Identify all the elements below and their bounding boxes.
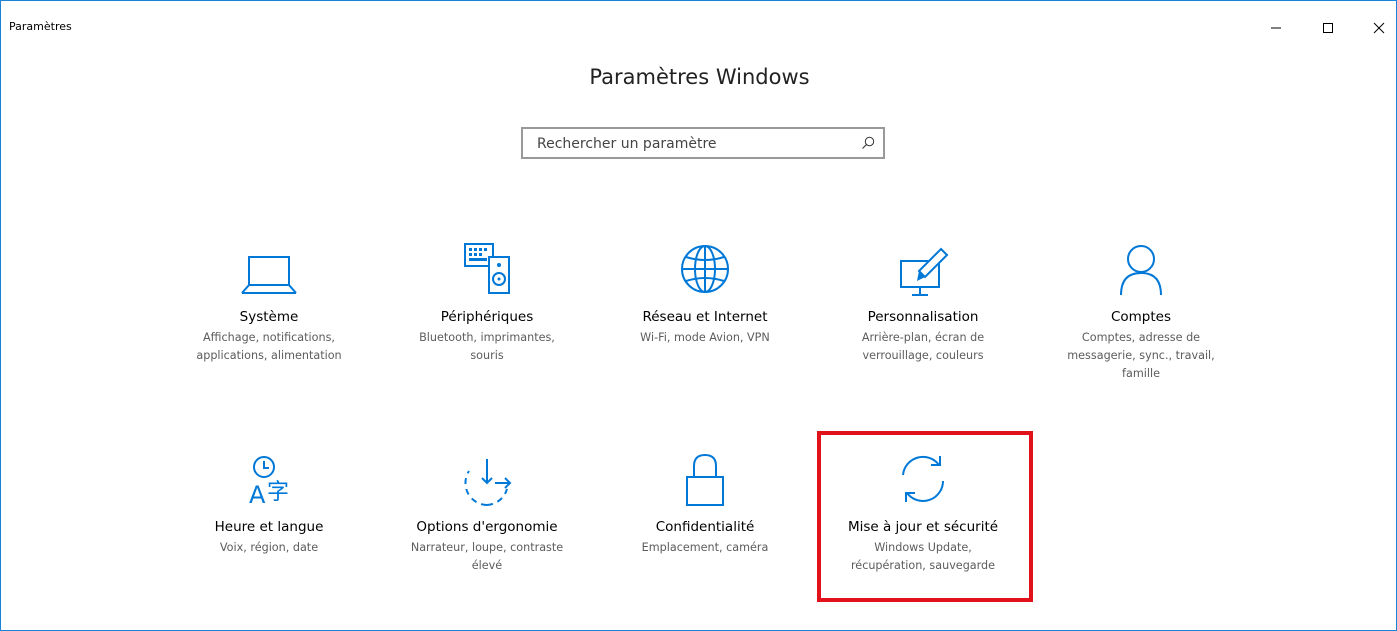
svg-text:字: 字	[267, 480, 289, 505]
page-title: Paramètres Windows	[589, 65, 810, 89]
settings-window: Paramètres Paramètres Windows Systèm	[0, 0, 1397, 631]
tile-name: Personnalisation	[867, 309, 979, 325]
tile-reseau[interactable]: Réseau et Internet Wi-Fi, mode Avion, VP…	[610, 235, 800, 375]
tile-heure-langue[interactable]: A 字 Heure et langue Voix, région, date	[174, 445, 364, 575]
tile-desc: Wi-Fi, mode Avion, VPN	[640, 331, 770, 344]
person-icon	[1111, 239, 1171, 299]
tile-desc: Emplacement, caméra	[641, 541, 769, 554]
search-input[interactable]	[535, 133, 859, 155]
app-title: Paramètres	[9, 20, 72, 33]
tile-desc: Affichage, notifications, applications, …	[196, 331, 342, 362]
highlight-frame	[817, 431, 1033, 602]
tile-name: Heure et langue	[214, 519, 324, 535]
tile-desc: Narrateur, loupe, contraste élevé	[410, 541, 564, 572]
personalization-icon	[893, 241, 953, 301]
close-icon	[1373, 22, 1385, 34]
tile-peripheriques[interactable]: Périphériques Bluetooth, imprimantes, so…	[392, 235, 582, 375]
tile-confidentialite[interactable]: Confidentialité Emplacement, caméra	[610, 445, 800, 575]
time-language-icon: A 字	[239, 449, 299, 509]
tile-name: Comptes	[1110, 309, 1172, 325]
tile-desc: Comptes, adresse de messagerie, sync., t…	[1067, 331, 1215, 380]
tile-personnalisation[interactable]: Personnalisation Arrière-plan, écran de …	[828, 235, 1018, 375]
tile-name: Système	[239, 309, 299, 325]
ease-of-access-icon	[457, 449, 517, 509]
svg-text:A: A	[249, 481, 266, 509]
tile-name: Périphériques	[440, 309, 534, 325]
tile-name: Options d'ergonomie	[416, 519, 558, 535]
tile-systeme[interactable]: Système Affichage, notifications, applic…	[174, 235, 364, 375]
minimize-icon	[1271, 27, 1281, 29]
tile-comptes[interactable]: Comptes Comptes, adresse de messagerie, …	[1046, 235, 1236, 395]
globe-icon	[675, 239, 735, 299]
devices-icon	[457, 239, 517, 299]
maximize-icon	[1323, 23, 1333, 33]
lock-icon	[675, 449, 735, 509]
tile-desc: Bluetooth, imprimantes, souris	[419, 331, 555, 362]
laptop-icon	[239, 243, 299, 303]
tile-desc: Arrière-plan, écran de verrouillage, cou…	[861, 331, 985, 362]
minimize-button[interactable]	[1261, 19, 1291, 37]
close-button[interactable]	[1364, 19, 1394, 37]
tile-name: Réseau et Internet	[642, 309, 768, 325]
maximize-button[interactable]	[1313, 19, 1343, 37]
tile-ergonomie[interactable]: Options d'ergonomie Narrateur, loupe, co…	[392, 445, 582, 575]
search-box[interactable]	[521, 127, 885, 159]
tile-desc: Voix, région, date	[219, 541, 319, 554]
title-bar[interactable]: Paramètres	[1, 1, 1396, 34]
tile-name: Confidentialité	[655, 519, 755, 535]
search-icon[interactable]	[861, 136, 875, 150]
